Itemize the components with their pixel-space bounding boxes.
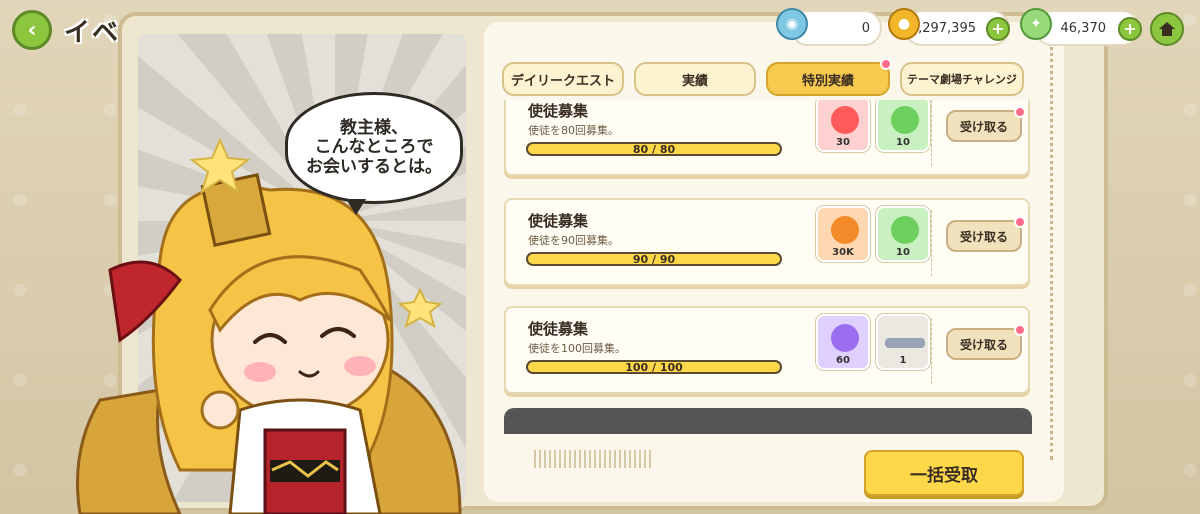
quest-title: 使徒募集: [528, 320, 589, 338]
reward-item[interactable]: 30K: [816, 206, 870, 262]
quest-title: 使徒募集: [528, 212, 589, 230]
frame-item-icon: [885, 338, 925, 348]
add-coin-button[interactable]: +: [986, 17, 1010, 41]
reward-item[interactable]: 10: [876, 206, 930, 262]
quest-description: 使徒を100回募集。: [528, 342, 626, 355]
tab-daily-quest[interactable]: デイリークエスト: [502, 62, 624, 96]
quest-progress-bar: 90 / 90: [526, 252, 782, 266]
claim-all-button[interactable]: 一括受取: [864, 450, 1024, 496]
green-ticket-icon: [891, 106, 919, 134]
page-edge-divider: [1050, 40, 1090, 460]
red-jelly-icon: [831, 106, 859, 134]
purple-crystal-icon: [831, 324, 859, 352]
notification-dot: [880, 58, 892, 70]
progress-text: 90 / 90: [632, 252, 676, 266]
tab-special-achievements[interactable]: 特別実績: [766, 58, 892, 96]
quest-description: 使徒を80回募集。: [528, 124, 619, 137]
chevron-left-icon: ‹: [27, 17, 37, 43]
reward-item[interactable]: 10: [876, 100, 930, 152]
quest-title: 使徒募集: [528, 102, 589, 120]
green-ticket-icon: [891, 216, 919, 244]
notification-dot: [1014, 324, 1026, 336]
home-icon: [1159, 22, 1175, 36]
tab-achievements[interactable]: 実績: [634, 62, 756, 96]
quest-description: 使徒を90回募集。: [528, 234, 619, 247]
coin-amount: 2,297,395: [909, 20, 976, 36]
gold-coin-icon: ●: [888, 8, 920, 40]
tab-theme-theater-challenge[interactable]: テーマ劇場チャレンジ: [900, 62, 1024, 96]
quest-progress-bar: 80 / 80: [526, 142, 782, 156]
reward-item[interactable]: 60: [816, 314, 870, 370]
quest-row: 使徒募集 使徒を80回募集。 80 / 80 30 10 受け取る: [504, 100, 1030, 176]
list-footer-shadow: [504, 408, 1032, 434]
quest-row: 使徒募集 使徒を100回募集。 100 / 100 60 1 受け取る: [504, 306, 1030, 394]
claim-button[interactable]: 受け取る: [946, 216, 1026, 252]
progress-text: 80 / 80: [632, 142, 676, 156]
reward-item[interactable]: 30: [816, 100, 870, 152]
speech-bubble: 教主様、 こんなところで お会いするとは。: [285, 92, 463, 215]
notification-dot: [1014, 216, 1026, 228]
butterfly-icon: ✦: [1020, 8, 1052, 40]
quest-progress-bar: 100 / 100: [526, 360, 782, 374]
blue-crystal-icon: ◉: [776, 8, 808, 40]
add-butterfly-button[interactable]: +: [1118, 17, 1142, 41]
quest-row: 使徒募集 使徒を90回募集。 90 / 90 30K 10 受け取る: [504, 198, 1030, 286]
claim-button[interactable]: 受け取る: [946, 324, 1026, 360]
progress-text: 100 / 100: [625, 360, 683, 374]
reward-item[interactable]: 1: [876, 314, 930, 370]
decorative-barcode: [534, 450, 654, 468]
claim-button[interactable]: 受け取る: [946, 106, 1026, 142]
crystal-amount: 0: [861, 20, 870, 36]
quest-list[interactable]: 使徒募集 使徒を80回募集。 80 / 80 30 10 受け取る 使徒募集 使…: [500, 100, 1032, 418]
home-button[interactable]: [1150, 12, 1184, 46]
back-button[interactable]: ‹: [12, 10, 52, 50]
orange-macaron-icon: [831, 216, 859, 244]
notification-dot: [1014, 106, 1026, 118]
